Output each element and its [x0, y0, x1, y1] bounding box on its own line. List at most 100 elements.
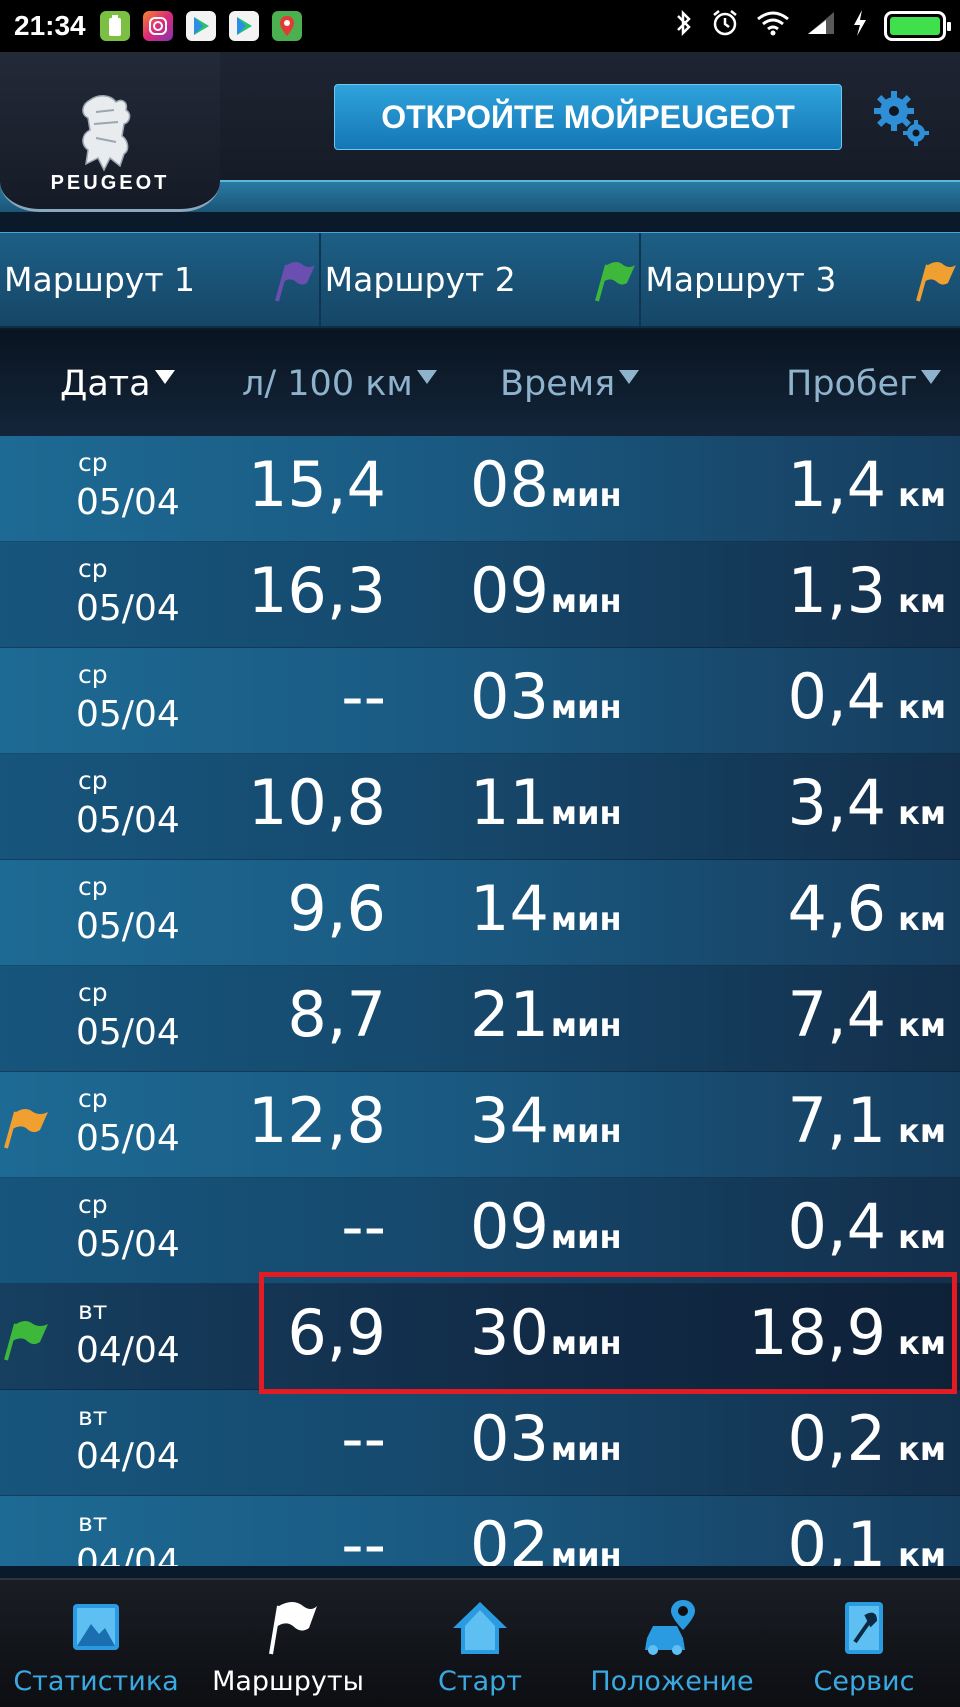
- route-tab-1[interactable]: Маршрут 1: [0, 233, 321, 326]
- distance-value: 0,4: [787, 660, 887, 733]
- trip-row[interactable]: вт 04/04 6,9 30мин 18,9 км: [0, 1284, 960, 1390]
- distance-unit: км: [898, 900, 946, 938]
- trip-row[interactable]: ср 05/04 9,6 14мин 4,6 км: [0, 860, 960, 966]
- duration-value: 11: [470, 766, 549, 839]
- trip-day: ср: [78, 978, 108, 1007]
- nav-location[interactable]: Положение: [576, 1580, 768, 1707]
- sort-distance-column[interactable]: Пробег: [786, 364, 942, 404]
- open-mypeugeot-button[interactable]: ОТКРОЙТЕ МОЙPEUGEOT: [334, 84, 842, 150]
- trip-day: ср: [78, 554, 108, 583]
- trip-row[interactable]: ср 05/04 -- 03мин 0,4 км: [0, 648, 960, 754]
- trip-row[interactable]: вт 04/04 -- 02мин 0,1 км: [0, 1496, 960, 1566]
- trip-row[interactable]: ср 05/04 8,7 21мин 7,4 км: [0, 966, 960, 1072]
- nav-label: Маршруты: [212, 1666, 364, 1697]
- distance-value: 7,4: [787, 978, 887, 1051]
- duration-value: 09: [470, 554, 549, 627]
- trip-duration: 02мин: [470, 1508, 622, 1566]
- route-flag-icon: [4, 1321, 48, 1361]
- settings-gear-icon[interactable]: [870, 87, 932, 149]
- trip-duration: 14мин: [470, 872, 622, 945]
- trip-consumption: 16,3: [247, 554, 386, 627]
- brand-name: PEUGEOT: [50, 172, 170, 194]
- trip-distance: 7,4 км: [788, 978, 946, 1051]
- trip-day: ср: [78, 448, 108, 477]
- duration-unit: мин: [550, 582, 622, 620]
- trip-duration: 30мин: [470, 1296, 622, 1369]
- route-tab-label: Маршрут 3: [645, 260, 837, 299]
- nav-label: Положение: [590, 1666, 754, 1697]
- nav-service[interactable]: Сервис: [768, 1580, 960, 1707]
- trip-date: 04/04: [76, 1542, 180, 1566]
- trip-duration: 34мин: [470, 1084, 622, 1157]
- duration-unit: мин: [550, 1006, 622, 1044]
- trip-duration: 09мин: [470, 554, 622, 627]
- play-store-icon: [185, 11, 216, 41]
- trip-duration: 03мин: [470, 660, 622, 733]
- trip-date: 04/04: [76, 1330, 180, 1371]
- sort-arrow-icon: [416, 370, 437, 384]
- route-tabs: Маршрут 1 Маршрут 2 Маршрут 3: [0, 232, 960, 328]
- trip-row[interactable]: ср 05/04 10,8 11мин 3,4 км: [0, 754, 960, 860]
- trip-consumption: 15,4: [247, 448, 386, 521]
- nav-label: Старт: [438, 1666, 522, 1697]
- distance-value: 1,4: [787, 448, 887, 521]
- distance-unit: км: [898, 688, 946, 726]
- charging-icon: [852, 9, 868, 44]
- orange-flag-icon: [916, 262, 957, 302]
- duration-unit: мин: [550, 794, 622, 832]
- app-header: PEUGEOT ОТКРОЙТЕ МОЙPEUGEOT: [0, 52, 960, 212]
- trip-day: ср: [78, 1190, 108, 1219]
- trip-consumption: --: [341, 1402, 386, 1475]
- trip-day: ср: [78, 1084, 108, 1113]
- sort-arrow-icon: [921, 370, 942, 384]
- nav-routes[interactable]: Маршруты: [192, 1580, 384, 1707]
- trip-distance: 0,4 км: [788, 1190, 946, 1263]
- trip-date: 05/04: [76, 694, 180, 735]
- distance-value: 0,2: [787, 1402, 887, 1475]
- column-label: л/ 100 км: [242, 364, 413, 404]
- trip-date: 04/04: [76, 1436, 180, 1477]
- trip-consumption: --: [341, 1190, 386, 1263]
- trip-row[interactable]: вт 04/04 -- 03мин 0,2 км: [0, 1390, 960, 1496]
- trip-list[interactable]: ср 05/04 15,4 08мин 1,4 км ср 05/04 16,3 09мин 1,3…: [0, 436, 960, 1566]
- trip-row[interactable]: ср 05/04 15,4 08мин 1,4 км: [0, 436, 960, 542]
- trip-distance: 18,9 км: [748, 1296, 946, 1369]
- column-header: Дата л/ 100 км Время Пробег: [0, 330, 960, 436]
- trip-duration: 09мин: [470, 1190, 622, 1263]
- trip-consumption: 12,8: [247, 1084, 386, 1157]
- sort-consumption-column[interactable]: л/ 100 км: [242, 364, 437, 404]
- trip-consumption: 9,6: [287, 872, 386, 945]
- sort-date-column[interactable]: Дата: [60, 364, 175, 404]
- duration-unit: мин: [550, 1218, 622, 1256]
- duration-unit: мин: [550, 1324, 622, 1362]
- trip-row[interactable]: ср 05/04 -- 09мин 0,4 км: [0, 1178, 960, 1284]
- trip-distance: 1,4 км: [788, 448, 946, 521]
- trip-day: вт: [78, 1402, 108, 1431]
- distance-value: 3,4: [787, 766, 887, 839]
- column-label: Пробег: [786, 364, 918, 404]
- trip-row[interactable]: ср 05/04 12,8 34мин 7,1 км: [0, 1072, 960, 1178]
- bottom-nav: Статистика Маршруты Старт Положение Серв…: [0, 1578, 960, 1707]
- route-tab-2[interactable]: Маршрут 2: [321, 233, 642, 326]
- trip-row[interactable]: ср 05/04 16,3 09мин 1,3 км: [0, 542, 960, 648]
- duration-unit: мин: [550, 688, 622, 726]
- duration-unit: мин: [550, 1536, 622, 1566]
- distance-unit: км: [898, 1218, 946, 1256]
- column-label: Время: [500, 364, 616, 404]
- sort-time-column[interactable]: Время: [500, 364, 640, 404]
- duration-unit: мин: [550, 1112, 622, 1150]
- trip-date: 05/04: [76, 906, 180, 947]
- nav-statistics[interactable]: Статистика: [0, 1580, 192, 1707]
- distance-unit: км: [898, 476, 946, 514]
- distance-unit: км: [898, 1112, 946, 1150]
- distance-value: 1,3: [787, 554, 887, 627]
- alarm-icon: [710, 8, 740, 45]
- wifi-icon: [756, 10, 790, 43]
- trip-distance: 0,4 км: [788, 660, 946, 733]
- column-label: Дата: [60, 364, 151, 404]
- trip-distance: 0,2 км: [788, 1402, 946, 1475]
- nav-start[interactable]: Старт: [384, 1580, 576, 1707]
- route-tab-3[interactable]: Маршрут 3: [641, 233, 960, 326]
- bluetooth-icon: [674, 9, 694, 44]
- distance-unit: км: [898, 1536, 946, 1566]
